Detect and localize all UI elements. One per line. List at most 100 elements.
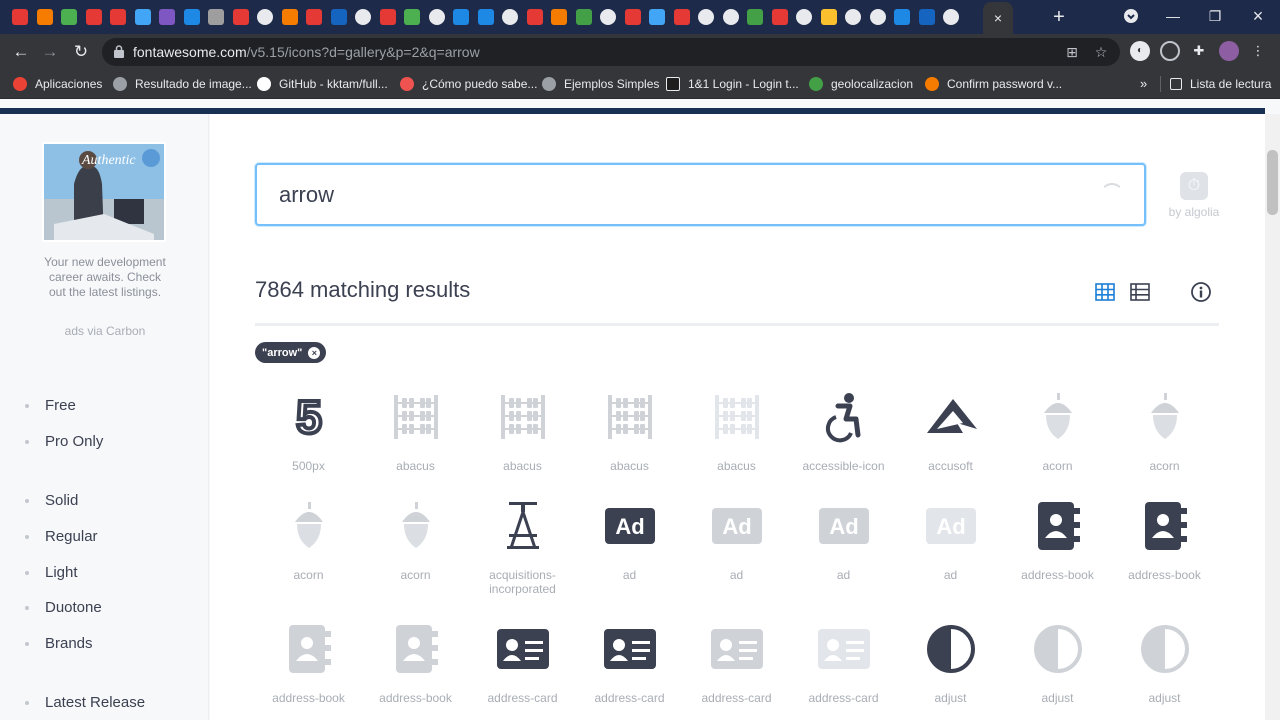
tab-favicon-icon[interactable] [281, 9, 298, 25]
url-text[interactable]: fontawesome.com/v5.15/icons?d=gallery&p=… [133, 44, 480, 60]
bookmark-item[interactable]: Resultado de image... [113, 76, 252, 92]
profile-avatar[interactable] [1219, 41, 1239, 61]
tab-favicon-icon[interactable] [551, 9, 567, 25]
close-window-button[interactable]: × [1246, 4, 1270, 28]
filter-latest-release[interactable]: Latest Release [25, 694, 145, 711]
ad-attribution[interactable]: ads via Carbon [40, 324, 170, 338]
tab-favicon-icon[interactable] [722, 9, 739, 25]
tab-favicon-icon[interactable] [159, 9, 175, 25]
icon-cell[interactable]: address-card [576, 621, 683, 705]
icon-cell[interactable]: adjust [1111, 621, 1218, 705]
maximize-button[interactable]: ❐ [1203, 4, 1227, 28]
icon-cell[interactable]: acorn [255, 498, 362, 582]
icon-cell[interactable]: 5 500px [255, 389, 362, 473]
omnibox[interactable]: fontawesome.com/v5.15/icons?d=gallery&p=… [102, 38, 1120, 66]
algolia-timer-icon[interactable]: ⏱ [1180, 172, 1208, 200]
active-tab[interactable]: × [983, 2, 1013, 34]
extensions-puzzle-icon[interactable]: ✚ [1189, 41, 1209, 61]
icon-cell[interactable]: address-card [790, 621, 897, 705]
icon-cell[interactable]: acquisitions-incorporated [469, 498, 576, 596]
icon-cell[interactable]: acorn [362, 498, 469, 582]
back-icon[interactable]: ← [10, 41, 32, 63]
tab-favicon-icon[interactable] [649, 9, 665, 25]
new-tab-button[interactable]: + [1049, 4, 1069, 30]
icon-cell[interactable]: Ad ad [683, 498, 790, 582]
icon-cell[interactable]: Ad ad [897, 498, 1004, 582]
tab-favicon-icon[interactable] [918, 9, 935, 25]
search-input[interactable] [279, 181, 1079, 209]
icon-cell[interactable]: acorn [1111, 389, 1218, 473]
algolia-label[interactable]: by algolia [1162, 205, 1226, 219]
bookmark-item[interactable]: ¿Cómo puedo sabe... [400, 76, 537, 92]
extension-target-icon[interactable] [1160, 41, 1180, 61]
scrollbar-thumb[interactable] [1267, 150, 1278, 215]
active-filter-pill[interactable]: "arrow" × [255, 342, 327, 363]
filter-light[interactable]: Light [25, 564, 78, 581]
tab-favicon-icon[interactable] [110, 9, 126, 25]
tab-favicon-icon[interactable] [502, 9, 518, 25]
icon-search-box[interactable] [255, 163, 1146, 226]
filter-brands[interactable]: Brands [25, 635, 93, 652]
bookmark-item[interactable]: geolocalizacion [809, 76, 913, 92]
icon-cell[interactable]: accessible-icon [790, 389, 897, 473]
filter-solid[interactable]: Solid [25, 492, 78, 509]
ad-text[interactable]: Your new development career awaits. Chec… [40, 255, 170, 300]
tab-favicon-icon[interactable] [673, 9, 690, 25]
filter-regular[interactable]: Regular [25, 528, 98, 545]
tab-favicon-icon[interactable] [183, 9, 200, 25]
tab-favicon-icon[interactable] [232, 9, 249, 25]
tab-favicon-icon[interactable] [526, 9, 543, 25]
close-tab-icon[interactable]: × [994, 10, 1002, 26]
tab-favicon-icon[interactable] [820, 9, 837, 25]
icon-cell[interactable]: abacus [469, 389, 576, 473]
tab-favicon-icon[interactable] [330, 9, 347, 25]
info-icon[interactable] [1190, 281, 1212, 303]
bookmark-apps[interactable]: Aplicaciones [13, 76, 102, 92]
icon-cell[interactable]: address-book [1111, 498, 1218, 582]
icon-cell[interactable]: address-book [1004, 498, 1111, 582]
tab-favicon-icon[interactable] [428, 9, 445, 25]
tab-favicon-icon[interactable] [61, 9, 77, 25]
tab-favicon-icon[interactable] [208, 9, 224, 25]
icon-cell[interactable]: adjust [897, 621, 1004, 705]
reading-list[interactable]: Lista de lectura [1170, 76, 1271, 92]
icon-cell[interactable]: adjust [1004, 621, 1111, 705]
tab-favicon-icon[interactable] [355, 9, 371, 25]
tab-favicon-icon[interactable] [869, 9, 886, 25]
forward-icon[interactable]: → [39, 41, 61, 63]
tab-favicon-icon[interactable] [845, 9, 861, 25]
tab-favicon-icon[interactable] [771, 9, 788, 25]
filter-duotone[interactable]: Duotone [25, 599, 102, 616]
tab-favicon-icon[interactable] [575, 9, 592, 25]
icon-cell[interactable]: acorn [1004, 389, 1111, 473]
tab-favicon-icon[interactable] [796, 9, 812, 25]
tab-favicon-icon[interactable] [698, 9, 714, 25]
remove-filter-icon[interactable]: × [308, 346, 321, 359]
list-view-icon[interactable] [1129, 281, 1151, 303]
tab-favicon-icon[interactable] [477, 9, 494, 25]
bookmark-item[interactable]: Confirm password v... [925, 76, 1062, 92]
bookmark-item[interactable]: GitHub - kktam/full... [257, 76, 388, 92]
icon-cell[interactable]: accusoft [897, 389, 1004, 473]
tab-favicon-icon[interactable] [36, 9, 53, 25]
ad-image[interactable]: Authentic [42, 142, 166, 242]
tab-favicon-icon[interactable] [943, 9, 959, 25]
reload-icon[interactable]: ↻ [70, 41, 92, 63]
menu-icon[interactable]: ⋮ [1248, 41, 1268, 61]
bookmark-star-icon[interactable]: ☆ [1092, 43, 1110, 61]
icon-cell[interactable]: abacus [683, 389, 790, 473]
tab-favicon-icon[interactable] [257, 9, 273, 25]
extension-icon[interactable]: ◐ [1130, 41, 1150, 61]
icon-cell[interactable]: Ad ad [576, 498, 683, 582]
tab-search-icon[interactable] [1120, 4, 1142, 28]
tab-favicon-icon[interactable] [624, 9, 641, 25]
tab-favicon-icon[interactable] [12, 9, 28, 25]
icon-cell[interactable]: address-card [683, 621, 790, 705]
icon-cell[interactable]: abacus [576, 389, 683, 473]
tab-favicon-icon[interactable] [894, 9, 910, 25]
bookmark-item[interactable]: Ejemplos Simples [542, 76, 659, 92]
icon-cell[interactable]: address-book [255, 621, 362, 705]
tab-favicon-icon[interactable] [379, 9, 396, 25]
filter-free[interactable]: Free [25, 397, 76, 414]
tab-favicon-icon[interactable] [306, 9, 322, 25]
